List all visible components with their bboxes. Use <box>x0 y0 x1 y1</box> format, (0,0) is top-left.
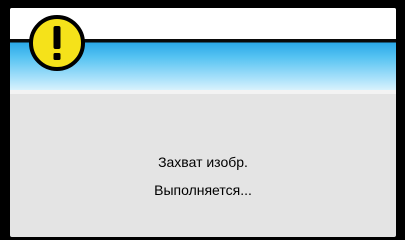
message-line-progress: Выполняется... <box>154 182 252 198</box>
dialog-panel: Захват изобр. Выполняется... <box>10 8 396 237</box>
header-divider <box>10 90 396 94</box>
warning-exclamation-icon <box>29 15 85 71</box>
warning-dialog: Захват изобр. Выполняется... <box>0 0 405 240</box>
message-line-capture: Захват изобр. <box>158 154 248 170</box>
dialog-message: Захват изобр. Выполняется... <box>10 148 396 204</box>
